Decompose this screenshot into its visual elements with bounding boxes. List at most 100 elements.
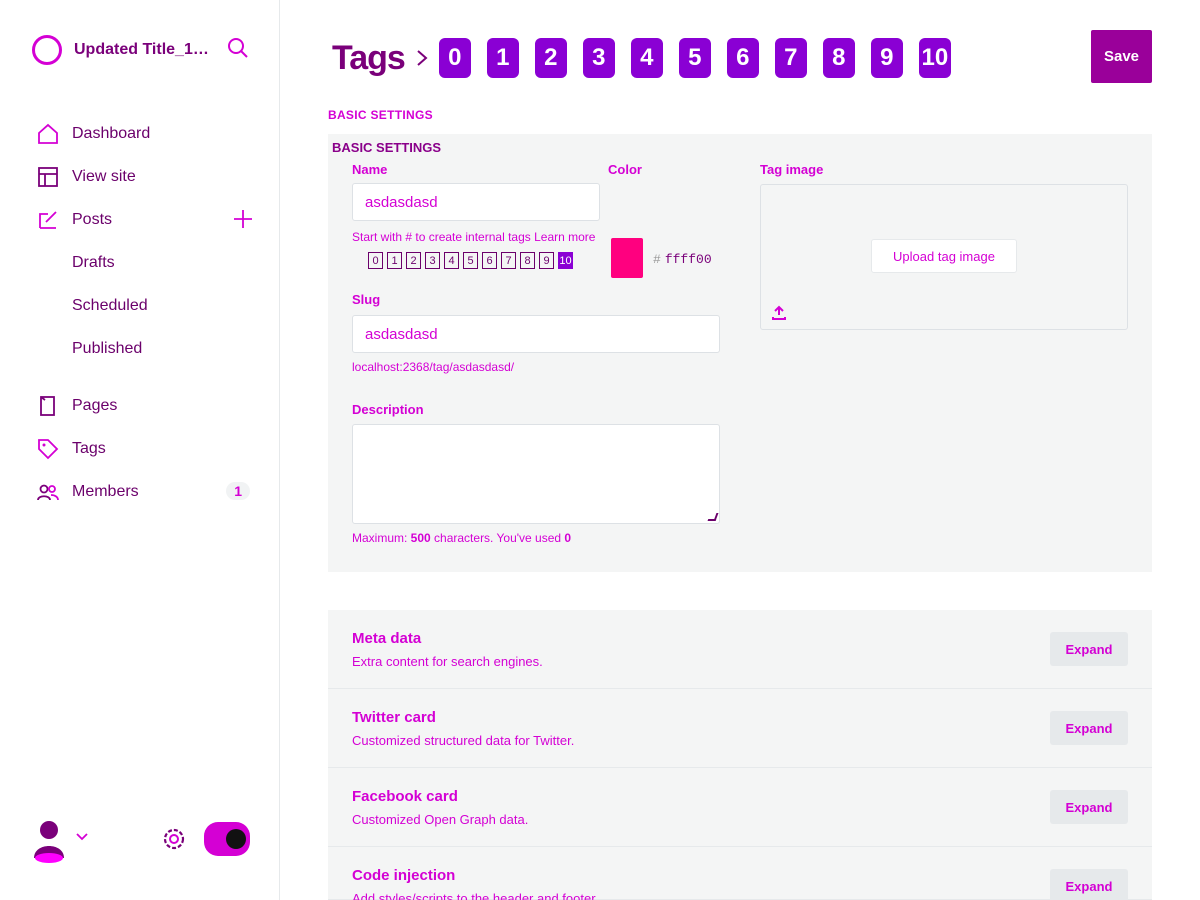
breadcrumb-tags-link[interactable]: Tags: [332, 39, 406, 78]
breadcrumb-digit: 9: [870, 38, 903, 78]
nav-item-dashboard[interactable]: Dashboard: [28, 112, 258, 155]
breadcrumb-digit: 5: [678, 38, 711, 78]
expand-twitter-card-button[interactable]: Expand: [1050, 711, 1128, 745]
color-label: Color: [608, 162, 642, 177]
section-desc: Customized Open Graph data.: [352, 812, 529, 827]
nav-item-drafts[interactable]: Drafts: [28, 241, 258, 284]
breadcrumb-digit: 1: [486, 38, 519, 78]
desc-hint-mid: characters. You've used: [430, 531, 565, 545]
nav-item-published[interactable]: Published: [28, 327, 258, 370]
nav-label-view-site: View site: [72, 167, 136, 185]
name-label: Name: [352, 162, 388, 177]
search-icon[interactable]: [226, 36, 250, 60]
breadcrumb: Tags 0 1 2 3 4 5 6 7 8 9 10: [332, 36, 951, 80]
members-icon: [37, 484, 59, 500]
nav-item-posts[interactable]: Posts: [28, 198, 258, 241]
digit-box: 6: [482, 252, 497, 269]
expand-meta-data-button[interactable]: Expand: [1050, 632, 1128, 666]
home-icon: [38, 123, 58, 144]
breadcrumb-current: 0 1 2 3 4 5 6 7 8 9 10: [438, 38, 951, 78]
digit-box: 8: [520, 252, 535, 269]
breadcrumb-digit: 6: [726, 38, 759, 78]
chevron-down-icon[interactable]: [74, 828, 90, 844]
meta-data-section: Meta data Extra content for search engin…: [328, 610, 1152, 689]
breadcrumb-digit: 4: [630, 38, 663, 78]
nav-label-drafts: Drafts: [72, 253, 115, 271]
section-desc: Customized structured data for Twitter.: [352, 733, 575, 748]
breadcrumb-digit: 2: [534, 38, 567, 78]
color-hex[interactable]: # ffff00: [653, 252, 712, 267]
description-hint: Maximum: 500 characters. You've used 0: [352, 527, 571, 549]
breadcrumb-digit: 0: [438, 38, 471, 78]
upload-icon: [772, 305, 786, 320]
digit-box: 7: [501, 252, 516, 269]
expand-facebook-card-button[interactable]: Expand: [1050, 790, 1128, 824]
color-hex-value: ffff00: [664, 252, 712, 267]
description-textarea[interactable]: [352, 424, 720, 524]
upload-tag-image-button[interactable]: Upload tag image: [871, 239, 1017, 273]
desc-hint-prefix: Maximum:: [352, 531, 411, 545]
digit-box: 5: [463, 252, 478, 269]
name-input[interactable]: asdasdasd: [352, 183, 600, 221]
main-nav: Dashboard View site Posts Drafts Schedul…: [28, 112, 258, 513]
twitter-card-section: Twitter card Customized structured data …: [328, 689, 1152, 768]
resize-handle-icon[interactable]: [707, 513, 719, 521]
learn-more-link[interactable]: Learn more: [534, 230, 595, 244]
add-post-icon[interactable]: [232, 208, 254, 230]
slug-input[interactable]: asdasdasd: [352, 315, 720, 353]
section-label-basic: BASIC SETTINGS: [328, 108, 433, 122]
slug-url: localhost:2368/tag/asdasdasd/: [352, 360, 515, 374]
nav-item-members[interactable]: Members 1: [28, 470, 258, 513]
page-icon: [40, 395, 55, 416]
section-title: Meta data: [352, 630, 422, 647]
desc-hint-max: 500: [410, 531, 431, 545]
breadcrumb-digit: 8: [822, 38, 855, 78]
main-content: Tags 0 1 2 3 4 5 6 7 8 9 10 Save BASIC S…: [280, 0, 1200, 900]
nav-item-view-site[interactable]: View site: [28, 155, 258, 198]
nav-item-scheduled[interactable]: Scheduled: [28, 284, 258, 327]
tag-image-dropzone[interactable]: Upload tag image: [760, 184, 1128, 330]
site-title: Updated Title_17...: [74, 41, 214, 58]
nav-label-tags: Tags: [72, 439, 106, 457]
card-title: BASIC SETTINGS: [332, 140, 442, 155]
site-brand[interactable]: Updated Title_17...: [32, 34, 250, 66]
edit-icon: [39, 210, 57, 229]
digit-box: 4: [444, 252, 459, 269]
digit-box: 2: [406, 252, 421, 269]
nav-label-pages: Pages: [72, 396, 118, 414]
name-hint-text: Start with # to create internal tags: [352, 230, 531, 244]
section-desc: Extra content for search engines.: [352, 654, 543, 669]
nav-label-members: Members: [72, 482, 139, 500]
section-desc: Add styles/scripts to the header and foo…: [352, 891, 596, 900]
facebook-card-section: Facebook card Customized Open Graph data…: [328, 768, 1152, 847]
nav-label-scheduled: Scheduled: [72, 296, 148, 314]
digit-box: 0: [368, 252, 383, 269]
gear-icon[interactable]: [160, 822, 188, 856]
desc-hint-used: 0: [564, 531, 572, 545]
description-label: Description: [352, 402, 424, 417]
nav-item-pages[interactable]: Pages: [28, 384, 258, 427]
expand-code-injection-button[interactable]: Expand: [1050, 869, 1128, 900]
save-button[interactable]: Save: [1091, 30, 1152, 83]
hash-glyph: #: [653, 252, 661, 267]
breadcrumb-digit: 10: [918, 38, 951, 78]
name-digit-row: 0 1 2 3 4 5 6 7 8 9 10: [368, 252, 573, 269]
nav-item-tags[interactable]: Tags: [28, 427, 258, 470]
section-title: Twitter card: [352, 709, 436, 726]
section-title: Code injection: [352, 867, 456, 884]
user-avatar-icon[interactable]: [32, 818, 66, 864]
color-swatch[interactable]: [611, 238, 643, 278]
section-title: Facebook card: [352, 788, 458, 805]
breadcrumb-digit: 3: [582, 38, 615, 78]
tag-icon: [38, 438, 59, 459]
layout-icon: [38, 166, 58, 187]
sidebar: Updated Title_17... Dashboard View site …: [0, 0, 280, 900]
basic-settings-card: BASIC SETTINGS Name asdasdasd Start with…: [328, 134, 1152, 572]
code-injection-section: Code injection Add styles/scripts to the…: [328, 847, 1152, 900]
digit-box: 1: [387, 252, 402, 269]
digit-box: 9: [539, 252, 554, 269]
slug-label: Slug: [352, 292, 381, 307]
dark-mode-toggle[interactable]: [204, 822, 250, 856]
nav-label-published: Published: [72, 339, 143, 357]
